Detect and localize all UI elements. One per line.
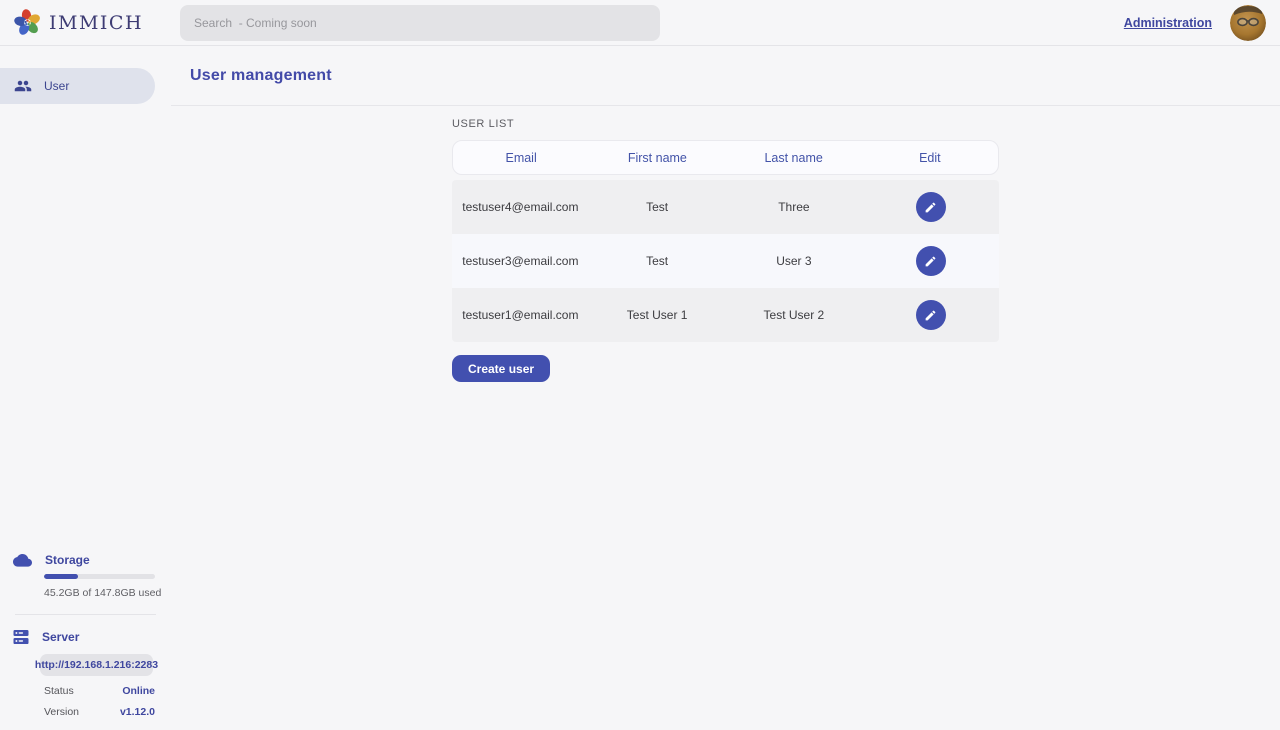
column-header-edit: Edit bbox=[862, 151, 998, 165]
cell-first-name: Test bbox=[589, 200, 726, 214]
table-body: testuser4@email.com Test Three testuser3… bbox=[452, 180, 999, 342]
column-header-email: Email bbox=[453, 151, 589, 165]
column-header-last-name: Last name bbox=[726, 151, 862, 165]
cell-first-name: Test bbox=[589, 254, 726, 268]
pencil-icon bbox=[924, 255, 937, 268]
storage-usage-text: 45.2GB of 147.8GB used bbox=[44, 587, 171, 599]
storage-progress-bar bbox=[44, 574, 155, 579]
table-header-row: Email First name Last name Edit bbox=[452, 140, 999, 175]
sidebar-status-panel: Storage 45.2GB of 147.8GB used Server ht… bbox=[0, 552, 171, 718]
app-brand: IMMICH bbox=[0, 9, 166, 36]
status-label: Status bbox=[44, 685, 74, 697]
cell-email: testuser1@email.com bbox=[452, 308, 589, 322]
create-user-button[interactable]: Create user bbox=[452, 355, 550, 382]
server-icon bbox=[13, 629, 29, 645]
server-version-row: Version v1.12.0 bbox=[44, 706, 155, 718]
cell-first-name: Test User 1 bbox=[589, 308, 726, 322]
user-avatar[interactable] bbox=[1230, 5, 1266, 41]
sidebar-item-user[interactable]: User bbox=[0, 68, 155, 104]
divider bbox=[15, 614, 156, 615]
version-label: Version bbox=[44, 706, 79, 718]
server-status-row: Status Online bbox=[44, 685, 155, 697]
server-title: Server bbox=[42, 630, 79, 644]
pencil-icon bbox=[924, 201, 937, 214]
cell-last-name: User 3 bbox=[726, 254, 863, 268]
search-input[interactable] bbox=[180, 5, 660, 41]
edit-user-button[interactable] bbox=[916, 246, 946, 276]
storage-title: Storage bbox=[45, 553, 90, 567]
main-content: USER LIST Email First name Last name Edi… bbox=[171, 106, 1280, 730]
people-icon bbox=[14, 77, 32, 95]
administration-link[interactable]: Administration bbox=[1124, 16, 1212, 30]
page-title-bar: User management bbox=[171, 47, 1280, 106]
cell-last-name: Three bbox=[726, 200, 863, 214]
cloud-icon bbox=[13, 552, 32, 567]
table-row: testuser4@email.com Test Three bbox=[452, 180, 999, 234]
sidebar-item-user-label: User bbox=[44, 79, 69, 93]
storage-progress-fill bbox=[44, 574, 78, 579]
user-list-container: USER LIST Email First name Last name Edi… bbox=[452, 118, 999, 382]
server-url-chip: http://192.168.1.216:2283 bbox=[40, 654, 153, 676]
table-row: testuser3@email.com Test User 3 bbox=[452, 234, 999, 288]
version-value: v1.12.0 bbox=[120, 706, 155, 718]
table-row: testuser1@email.com Test User 1 Test Use… bbox=[452, 288, 999, 342]
immich-flower-icon bbox=[14, 9, 41, 36]
edit-user-button[interactable] bbox=[916, 300, 946, 330]
cell-email: testuser4@email.com bbox=[452, 200, 589, 214]
cell-email: testuser3@email.com bbox=[452, 254, 589, 268]
status-value: Online bbox=[122, 685, 155, 697]
section-label: USER LIST bbox=[452, 118, 999, 130]
header-actions: Administration bbox=[1124, 0, 1266, 46]
server-section-header: Server bbox=[0, 629, 171, 645]
storage-section-header: Storage bbox=[0, 552, 171, 567]
page-title: User management bbox=[190, 67, 332, 85]
column-header-first-name: First name bbox=[589, 151, 725, 165]
cell-last-name: Test User 2 bbox=[726, 308, 863, 322]
sidebar: User Storage 45.2GB of 147.8GB used bbox=[0, 47, 171, 730]
app-name: IMMICH bbox=[49, 12, 143, 34]
pencil-icon bbox=[924, 309, 937, 322]
edit-user-button[interactable] bbox=[916, 192, 946, 222]
top-header: IMMICH Administration bbox=[0, 0, 1280, 46]
